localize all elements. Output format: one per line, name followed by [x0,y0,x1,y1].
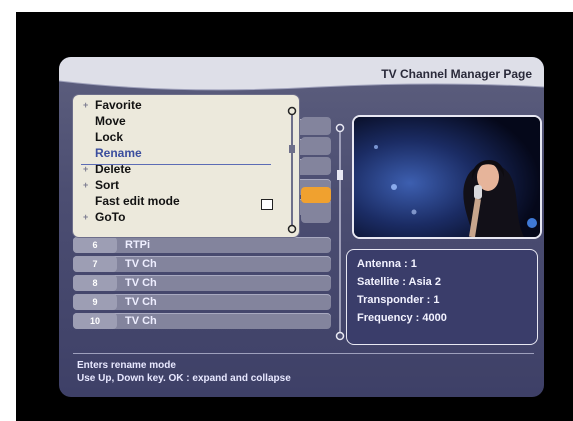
channel-number: 7 [73,256,117,272]
channel-name: TV Ch [125,258,157,270]
help-divider [73,353,534,354]
tv-screen: TV Channel Manager Page 6 RTPi 7 TV Ch 8… [16,12,573,421]
channel-number: 6 [73,237,117,253]
channel-number: 10 [73,313,117,329]
side-tab [301,117,331,133]
edit-menu: + Favorite Move Lock Rename + Delete + S… [73,95,299,237]
help-line-2: Use Up, Down key. OK : expand and collap… [77,373,291,384]
channel-row[interactable]: 6 RTPi [73,237,331,253]
menu-item-goto[interactable]: + GoTo [83,210,125,225]
help-line-1: Enters rename mode [77,360,176,371]
channel-manager-osd: TV Channel Manager Page 6 RTPi 7 TV Ch 8… [59,57,544,397]
frequency-info: Frequency : 4000 [357,312,447,324]
expand-icon: + [83,180,89,190]
menu-item-label: Rename [95,146,142,160]
menu-item-label: GoTo [95,210,126,224]
menu-item-label: Favorite [95,98,142,112]
channel-row[interactable]: 7 TV Ch [73,256,331,272]
menu-item-rename[interactable]: Rename [83,146,142,161]
channel-list-scrollbar[interactable] [334,122,346,342]
channel-number: 8 [73,275,117,291]
expand-icon: + [83,212,89,222]
side-tab [301,137,331,153]
menu-item-label: Sort [95,178,119,192]
menu-scrollbar[interactable] [287,105,297,235]
side-tab [301,157,331,173]
channel-number: 9 [73,294,117,310]
side-tab [301,207,331,223]
satellite-info-panel: Antenna : 1 Satellite : Asia 2 Transpond… [346,249,538,345]
menu-item-move[interactable]: Move [83,114,126,129]
side-tab-highlighted[interactable] [301,187,331,203]
menu-item-label: Fast edit mode [95,194,180,208]
channel-row[interactable]: 9 TV Ch [73,294,331,310]
satellite-info: Satellite : Asia 2 [357,276,441,288]
menu-item-sort[interactable]: + Sort [83,178,119,193]
expand-icon: + [83,100,89,110]
channel-name: TV Ch [125,277,157,289]
video-preview [352,115,542,239]
fast-edit-checkbox[interactable] [261,199,273,210]
transponder-info: Transponder : 1 [357,294,440,306]
antenna-info: Antenna : 1 [357,258,417,270]
preview-scene [354,117,540,237]
menu-item-lock[interactable]: Lock [83,130,123,145]
active-item-underline [81,164,271,165]
side-tabs [301,117,331,225]
menu-item-label: Lock [95,130,124,144]
page-title: TV Channel Manager Page [381,67,532,81]
channel-name: TV Ch [125,296,157,308]
channel-name: RTPi [125,239,151,251]
menu-item-label: Move [95,114,126,128]
channel-row[interactable]: 10 TV Ch [73,313,331,329]
channel-row[interactable]: 8 TV Ch [73,275,331,291]
menu-item-fast-edit-mode[interactable]: Fast edit mode [83,194,180,209]
channel-name: TV Ch [125,315,157,327]
menu-item-favorite[interactable]: + Favorite [83,98,142,113]
